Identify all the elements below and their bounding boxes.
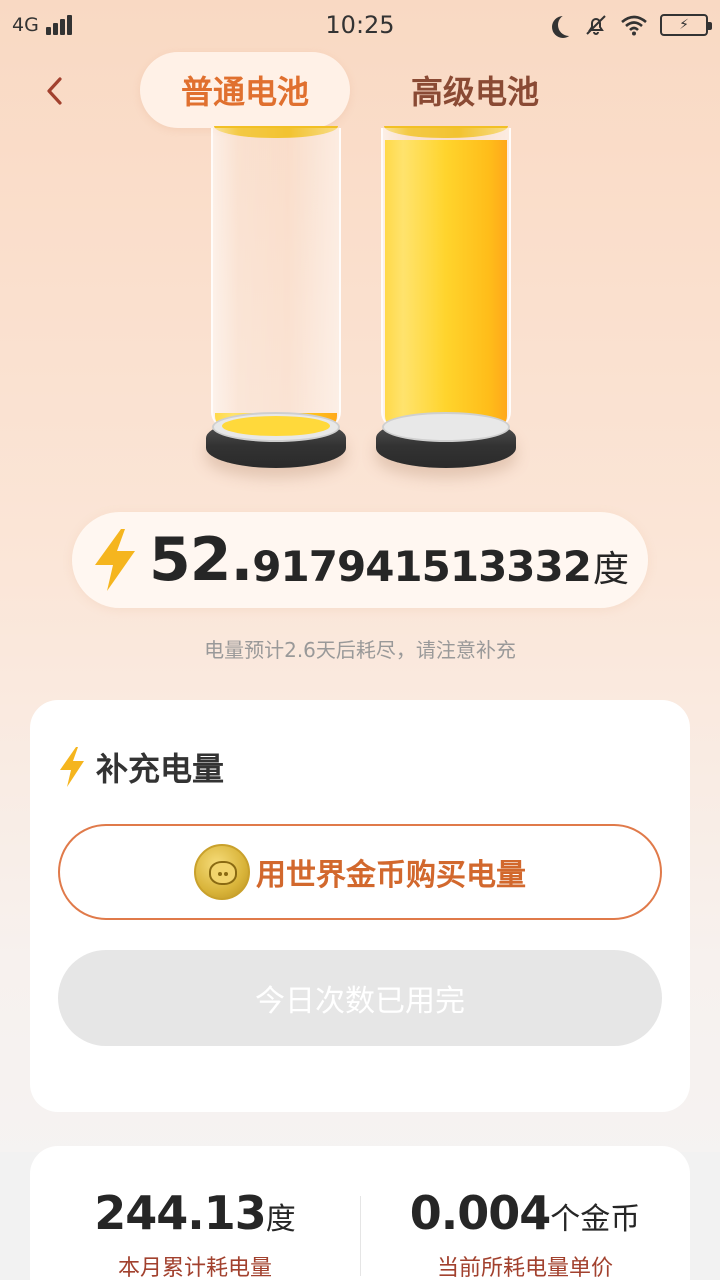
battery-liquid-pool — [222, 416, 330, 436]
monthly-usage-value: 244.13 — [94, 1186, 267, 1240]
recharge-title-row: 补充电量 — [58, 744, 224, 790]
recharge-card: 补充电量 用世界金币购买电量 今日次数已用完 — [30, 700, 690, 1112]
depletion-hint: 电量预计2.6天后耗尽，请注意补充 — [204, 638, 516, 662]
daily-limit-button[interactable]: 今日次数已用完 — [58, 950, 662, 1046]
monthly-usage-unit: 度 — [265, 1202, 296, 1237]
unit-price-stat: 0.004个金币 当前所耗电量单价 — [360, 1186, 690, 1280]
status-bar: 4G 10:25 ⚡ — [0, 0, 720, 52]
lightning-icon — [95, 529, 135, 591]
tab-normal-battery[interactable]: 普通电池 — [140, 52, 350, 128]
buy-power-button[interactable]: 用世界金币购买电量 — [58, 824, 662, 920]
power-value-decimal: 917941513332 — [252, 541, 592, 591]
gold-coin-icon — [194, 844, 250, 900]
power-display: 52. 917941513332 度 — [72, 512, 648, 608]
bell-muted-icon — [586, 15, 606, 35]
battery-glass — [211, 128, 341, 428]
recharge-title: 补充电量 — [96, 750, 225, 788]
power-unit: 度 — [592, 549, 629, 590]
stats-card: 244.13度 本月累计耗电量 0.004个金币 当前所耗电量单价 — [30, 1146, 690, 1280]
back-button[interactable] — [34, 68, 74, 114]
power-value-integer: 52. — [149, 525, 253, 595]
unit-price-label: 当前所耗电量单价 — [436, 1256, 613, 1280]
battery-base-top — [382, 412, 510, 442]
monthly-usage-label: 本月累计耗电量 — [117, 1256, 272, 1280]
tab-advanced-battery[interactable]: 高级电池 — [380, 52, 570, 128]
battery-icon: ⚡ — [660, 14, 712, 36]
unit-price-value: 0.004 — [409, 1186, 552, 1240]
battery-fill — [385, 140, 507, 428]
monthly-usage-stat: 244.13度 本月累计耗电量 — [30, 1186, 360, 1280]
advanced-battery-visual — [376, 126, 516, 468]
wifi-icon — [621, 15, 647, 36]
unit-price-unit: 个金币 — [550, 1202, 641, 1237]
moon-icon — [558, 14, 580, 36]
normal-battery-visual — [206, 126, 346, 468]
buy-power-label: 用世界金币购买电量 — [256, 858, 526, 893]
lightning-icon — [60, 747, 84, 787]
chevron-left-icon — [47, 77, 62, 105]
